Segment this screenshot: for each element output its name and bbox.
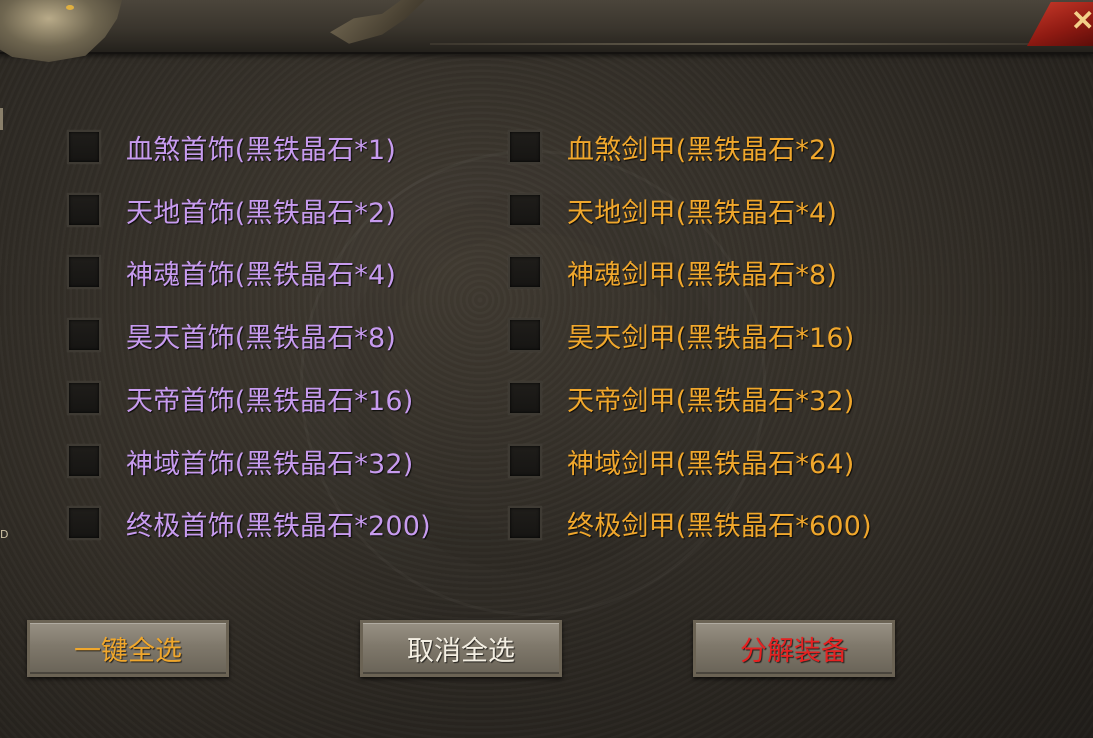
item-label: 天地首饰(黑铁晶石*2) [126, 197, 397, 229]
checkbox[interactable] [67, 506, 101, 540]
armor-item-shenyu[interactable]: 神域剑甲(黑铁晶石*64) [508, 441, 855, 481]
dragon-eye-icon [66, 5, 74, 10]
item-label: 终极首饰(黑铁晶石*200) [126, 510, 431, 542]
accessory-item-tiandi[interactable]: 天地首饰(黑铁晶石*2) [67, 190, 396, 230]
armor-item-shenhun[interactable]: 神魂剑甲(黑铁晶石*8) [508, 252, 837, 292]
armor-item-tiandi[interactable]: 天地剑甲(黑铁晶石*4) [508, 190, 837, 230]
accessory-item-shenhun[interactable]: 神魂首饰(黑铁晶石*4) [67, 252, 396, 292]
item-label: 天帝首饰(黑铁晶石*16) [126, 385, 414, 417]
item-label: 神魂首饰(黑铁晶石*4) [126, 259, 397, 291]
item-label: 神域剑甲(黑铁晶石*64) [567, 448, 855, 480]
checkbox[interactable] [67, 193, 101, 227]
checkbox[interactable] [508, 444, 542, 478]
item-label: 昊天首饰(黑铁晶石*8) [126, 322, 397, 354]
accessory-item-haotian[interactable]: 昊天首饰(黑铁晶石*8) [67, 315, 396, 355]
side-mark: D [0, 528, 9, 541]
title-bar [0, 0, 1093, 54]
checkbox[interactable] [508, 193, 542, 227]
checkbox[interactable] [508, 506, 542, 540]
close-icon: ✕ [1071, 5, 1093, 36]
armor-item-xuesha[interactable]: 血煞剑甲(黑铁晶石*2) [508, 127, 837, 167]
checkbox[interactable] [67, 444, 101, 478]
left-edge-marker [0, 108, 3, 130]
checkbox[interactable] [67, 318, 101, 352]
accessory-item-shenyu[interactable]: 神域首饰(黑铁晶石*32) [67, 441, 414, 481]
armor-item-tiandi-emperor[interactable]: 天帝剑甲(黑铁晶石*32) [508, 378, 855, 418]
deselect-all-button[interactable]: 取消全选 [360, 620, 562, 677]
checkbox[interactable] [508, 318, 542, 352]
armor-item-haotian[interactable]: 昊天剑甲(黑铁晶石*16) [508, 315, 855, 355]
checkbox[interactable] [508, 130, 542, 164]
armor-item-zhongji[interactable]: 终极剑甲(黑铁晶石*600) [508, 503, 872, 543]
item-label: 天帝剑甲(黑铁晶石*32) [567, 385, 855, 417]
item-label: 天地剑甲(黑铁晶石*4) [567, 197, 838, 229]
checkbox[interactable] [508, 255, 542, 289]
item-label: 血煞剑甲(黑铁晶石*2) [567, 134, 838, 166]
select-all-button[interactable]: 一键全选 [27, 620, 229, 677]
item-label: 终极剑甲(黑铁晶石*600) [567, 510, 872, 542]
item-label: 血煞首饰(黑铁晶石*1) [126, 134, 397, 166]
checkbox[interactable] [67, 381, 101, 415]
item-label: 神魂剑甲(黑铁晶石*8) [567, 259, 838, 291]
accessory-item-xuesha[interactable]: 血煞首饰(黑铁晶石*1) [67, 127, 396, 167]
checkbox[interactable] [67, 130, 101, 164]
checkbox[interactable] [67, 255, 101, 289]
accessory-item-zhongji[interactable]: 终极首饰(黑铁晶石*200) [67, 503, 431, 543]
item-label: 神域首饰(黑铁晶石*32) [126, 448, 414, 480]
decompose-button[interactable]: 分解装备 [693, 620, 895, 677]
checkbox[interactable] [508, 381, 542, 415]
item-label: 昊天剑甲(黑铁晶石*16) [567, 322, 855, 354]
accessory-item-tiandi-emperor[interactable]: 天帝首饰(黑铁晶石*16) [67, 378, 414, 418]
